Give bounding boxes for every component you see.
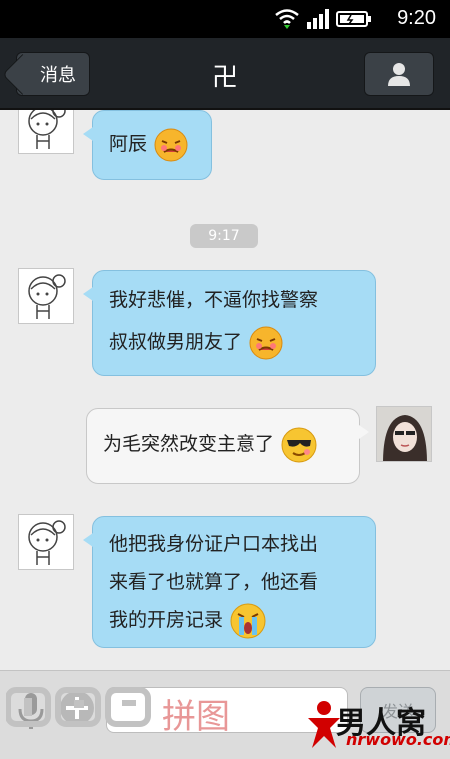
contact-avatar[interactable] [18, 110, 74, 154]
message-line: 叔叔做男朋友了 [109, 331, 243, 353]
user-photo-avatar-icon [377, 407, 431, 461]
message-bubble-incoming[interactable]: 我好悲催，不逼你找警察 叔叔做男朋友了 [83, 270, 376, 376]
back-button-label: 消息 [40, 65, 76, 86]
my-avatar[interactable] [376, 406, 432, 462]
message-line: 我好悲催，不逼你找警察 [109, 289, 319, 311]
message-text: 为毛突然改变主意了 [103, 433, 275, 455]
status-bar: 9:20 [0, 0, 450, 38]
cartoon-girl-avatar-icon [28, 274, 66, 319]
message-bubble-incoming[interactable]: 阿辰 [83, 110, 212, 180]
message-line: 他把我身份证户口本找出 [109, 533, 319, 555]
crying-face-emoji-icon [154, 128, 188, 161]
status-time: 9:20 [397, 7, 436, 29]
cool-sunglasses-emoji-icon [281, 427, 317, 462]
crying-face-emoji-icon [249, 326, 283, 359]
watermark-logo [5, 682, 156, 744]
cartoon-girl-avatar-icon [28, 110, 66, 149]
chat-area[interactable]: 阿辰 9:17 我好悲催，不逼你找警察 叔叔做男朋友了 为毛突然改变主意了 他把… [0, 110, 450, 670]
chat-header: 消息 卍 [0, 38, 450, 110]
contact-avatar[interactable] [18, 268, 74, 324]
time-divider: 9:17 [190, 224, 258, 248]
signal-icon [307, 9, 329, 29]
watermark-app-logo-icon [5, 687, 151, 727]
watermark-url: nrwowo.com [346, 730, 450, 749]
status-icons [274, 8, 372, 30]
watermark-left: 拼图 [5, 682, 268, 744]
message-line-with-emoji: 叔叔做男朋友了 [109, 321, 357, 363]
sobbing-face-emoji-icon [230, 603, 266, 638]
message-line-with-emoji: 我的开房记录 [109, 601, 357, 640]
watermark-text: 拼图 [162, 696, 230, 737]
watermark-right: 男人窝 nrwowo.com [306, 698, 450, 754]
person-icon [388, 63, 410, 86]
battery-icon [336, 11, 371, 27]
message-bubble-outgoing[interactable]: 为毛突然改变主意了 [86, 408, 369, 484]
cartoon-girl-avatar-icon [28, 520, 66, 565]
message-bubble-incoming[interactable]: 他把我身份证户口本找出 来看了也就算了，他还看 我的开房记录 [83, 516, 376, 648]
message-line: 来看了也就算了，他还看 [109, 571, 319, 593]
profile-button[interactable] [364, 52, 434, 96]
message-line: 我的开房记录 [109, 609, 224, 631]
message-text: 阿辰 [109, 133, 148, 155]
wifi-icon [275, 9, 299, 29]
contact-avatar[interactable] [18, 514, 74, 570]
